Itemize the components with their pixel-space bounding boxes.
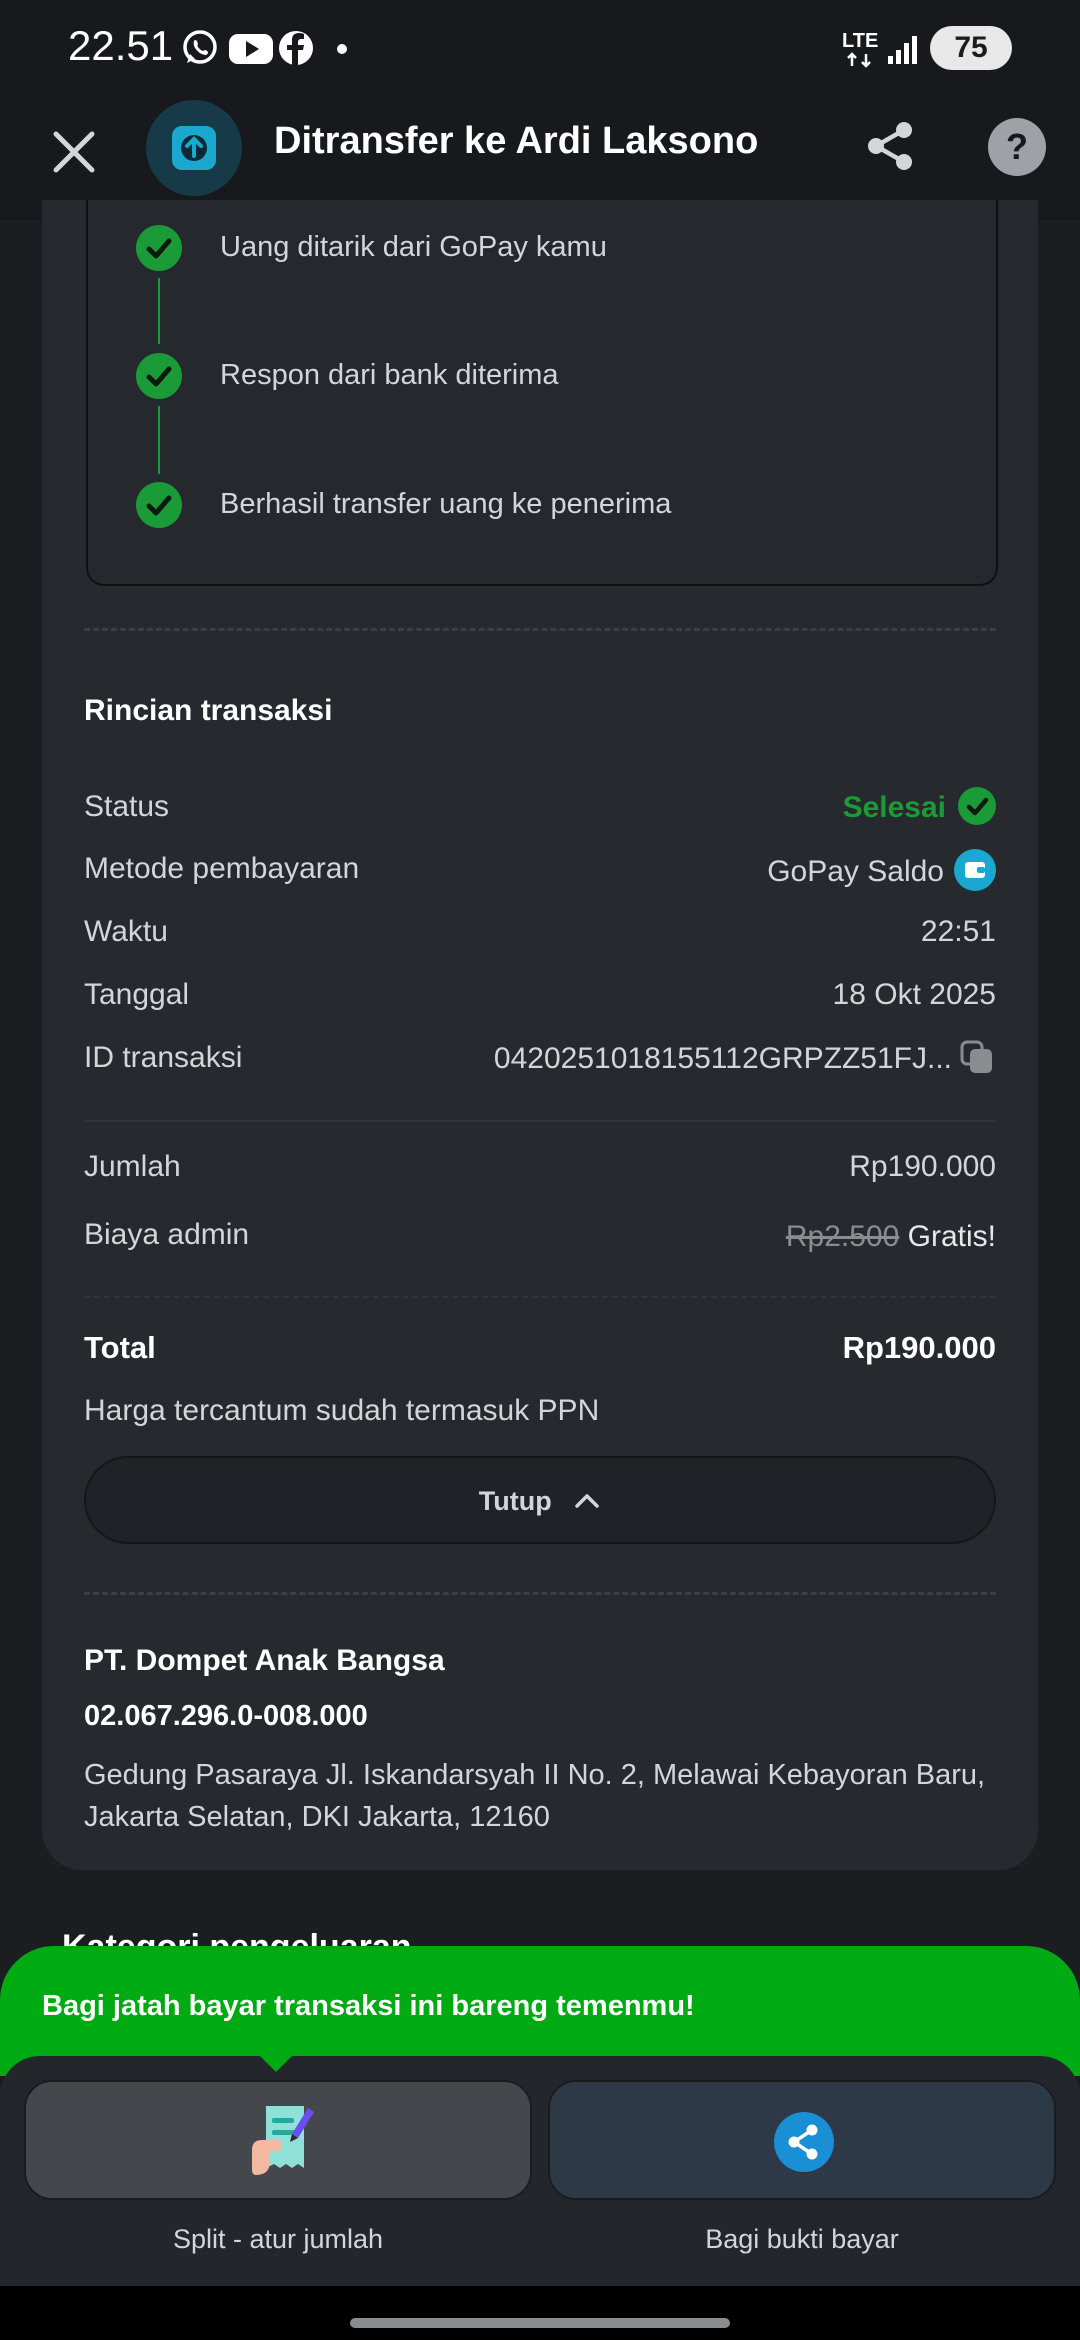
method-row-value: GoPay Saldo xyxy=(767,849,996,894)
date-label: Tanggal xyxy=(84,978,190,1011)
whatsapp-icon xyxy=(183,30,217,64)
collapse-button-row: Tutup xyxy=(86,1458,994,1544)
time-label: Waktu xyxy=(84,915,168,948)
split-bill-button[interactable] xyxy=(24,2080,532,2200)
time-value: 22:51 xyxy=(920,915,996,948)
status-bar: 22.51 LTE 75 xyxy=(0,0,1080,96)
details-title: Rincian transaksi xyxy=(84,694,333,727)
signal-icon xyxy=(888,36,917,64)
check-icon xyxy=(136,482,182,528)
share-proof-label: Bagi bukti bayar xyxy=(705,2224,899,2254)
divider xyxy=(84,1120,996,1122)
divider xyxy=(84,1296,996,1298)
timeline-connector xyxy=(158,278,160,344)
transfer-avatar xyxy=(146,100,242,196)
timeline-step: Berhasil transfer uang ke penerima xyxy=(136,482,936,528)
navigation-bar xyxy=(0,2286,1080,2340)
youtube-icon xyxy=(229,34,273,64)
status-time: 22.51 xyxy=(68,22,174,69)
tax-note: Harga tercantum sudah termasuk PPN xyxy=(84,1394,600,1427)
status-label: Status xyxy=(84,790,170,823)
promo-text: Bagi jatah bayar transaksi ini bareng te… xyxy=(42,1990,695,2022)
date-value: 18 Okt 2025 xyxy=(832,978,996,1011)
amount-label: Jumlah xyxy=(84,1150,181,1183)
share-icon[interactable] xyxy=(862,118,918,174)
method-value: GoPay Saldo xyxy=(767,854,944,888)
receipt-split-icon xyxy=(252,2106,314,2175)
admin-fee-row: Rp2.500 Gratis! xyxy=(786,1220,996,1254)
timeline-connector xyxy=(158,406,160,474)
timeline-step: Uang ditarik dari GoPay kamu xyxy=(136,225,936,271)
divider xyxy=(84,628,996,631)
dot-icon xyxy=(337,44,347,54)
divider xyxy=(84,1592,996,1595)
transaction-id-label: ID transaksi xyxy=(84,1041,243,1074)
share-proof-button[interactable] xyxy=(548,2080,1056,2200)
share-icon xyxy=(774,2112,834,2172)
chevron-up-icon xyxy=(575,1494,599,1508)
transaction-id-value: 0420251018155112GRPZZ51FJ... xyxy=(493,1041,952,1075)
method-label: Metode pembayaran xyxy=(84,852,360,885)
battery-level: 75 xyxy=(954,31,988,64)
battery-icon: 75 xyxy=(930,26,1012,70)
split-bill-label: Split - atur jumlah xyxy=(172,2224,384,2254)
home-indicator[interactable] xyxy=(350,2318,730,2328)
status-badge: Selesai xyxy=(842,790,946,824)
company-name: PT. Dompet Anak Bangsa xyxy=(84,1644,445,1677)
admin-fee-value: Gratis! xyxy=(907,1220,996,1253)
check-icon xyxy=(958,787,996,825)
timeline-step-label: Respon dari bank diterima xyxy=(220,359,559,391)
check-icon xyxy=(136,225,182,271)
timeline-step: Respon dari bank diterima xyxy=(136,353,936,399)
total-value: Rp190.000 xyxy=(842,1330,996,1365)
promo-pointer xyxy=(258,2054,294,2072)
status-row-value: Selesai xyxy=(842,787,996,828)
copy-icon[interactable] xyxy=(958,1038,996,1076)
transaction-id-row: 0420251018155112GRPZZ51FJ... xyxy=(493,1038,996,1079)
close-icon[interactable] xyxy=(44,122,104,182)
collapse-label: Tutup xyxy=(478,1486,552,1516)
page-title: Ditransfer ke Ardi Laksono xyxy=(274,120,759,162)
check-icon xyxy=(136,353,182,399)
wallet-icon xyxy=(954,849,996,891)
admin-fee-label: Biaya admin xyxy=(84,1218,250,1251)
facebook-icon xyxy=(279,31,313,65)
amount-value: Rp190.000 xyxy=(849,1150,996,1183)
timeline-step-label: Berhasil transfer uang ke penerima xyxy=(220,488,672,520)
transfer-out-icon xyxy=(172,126,216,170)
admin-fee-original: Rp2.500 xyxy=(785,1220,900,1253)
lte-label: LTE xyxy=(842,30,879,52)
company-npwp: 02.067.296.0-008.000 xyxy=(84,1700,368,1732)
company-address: Gedung Pasaraya Jl. Iskandarsyah II No. … xyxy=(84,1759,986,1833)
total-label: Total xyxy=(84,1330,156,1365)
collapse-button[interactable]: Tutup xyxy=(84,1456,996,1544)
transfer-timeline: Uang ditarik dari GoPay kamu Respon dari… xyxy=(86,200,998,586)
data-arrows-icon xyxy=(847,52,871,68)
transaction-card: Uang ditarik dari GoPay kamu Respon dari… xyxy=(42,200,1038,1870)
timeline-step-label: Uang ditarik dari GoPay kamu xyxy=(220,231,607,263)
help-button[interactable]: ? xyxy=(988,118,1046,176)
